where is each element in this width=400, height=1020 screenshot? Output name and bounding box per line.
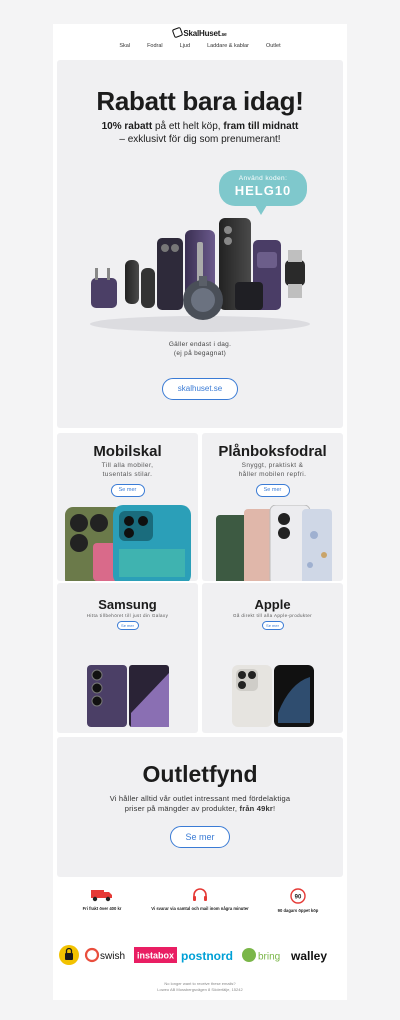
discount-code-label: Använd koden: bbox=[238, 175, 288, 182]
return-90-days-icon: 90 bbox=[290, 888, 306, 904]
nav-item-ljud[interactable]: Ljud bbox=[180, 43, 190, 49]
see-more-button[interactable]: Se mer bbox=[110, 484, 145, 497]
hero-title: Rabatt bara idag! bbox=[96, 86, 304, 116]
walley-logo: walley bbox=[290, 949, 327, 963]
brand-logo[interactable]: SkalHuset.se bbox=[53, 26, 347, 39]
card-description: Hitta tillbehöret till just din Galaxy bbox=[86, 613, 169, 618]
outlet-section: Outletfynd Vi håller alltid vår outlet i… bbox=[57, 737, 343, 877]
nav-item-fodral[interactable]: Fodral bbox=[147, 43, 163, 49]
instabox-text: instabox bbox=[137, 951, 174, 961]
usp-open-purchase: 90 90 dagars öppet köp bbox=[249, 888, 347, 913]
validity-note: Gäller endast i dag. (ej på begagnat) bbox=[168, 341, 232, 357]
card-title: Mobilskal bbox=[93, 443, 162, 460]
card-title: Apple bbox=[254, 597, 291, 612]
card-title: Plånboksfodral bbox=[218, 443, 327, 460]
discount-code: HELG10 bbox=[234, 183, 292, 198]
samsung-phone-image bbox=[87, 665, 169, 727]
logo-mark-icon bbox=[172, 26, 184, 39]
phone-cases-image bbox=[65, 505, 191, 581]
email-container: SkalHuset.se Skal Fodral Ljud Laddare & … bbox=[53, 24, 347, 1000]
wallet-cases-image bbox=[216, 505, 332, 581]
bring-logo: bring bbox=[242, 948, 280, 963]
category-card-samsung[interactable]: Samsung Hitta tillbehöret till just din … bbox=[57, 583, 198, 733]
card-title: Samsung bbox=[98, 597, 157, 612]
nav-item-laddare[interactable]: Laddare & kablar bbox=[207, 43, 249, 49]
partner-logos: swish instabox postnord bring walley bbox=[59, 945, 327, 965]
discount-code-bubble: Använd koden: HELG10 bbox=[219, 170, 307, 215]
outlet-see-more-button[interactable]: Se mer bbox=[170, 826, 230, 848]
category-card-planboksfodral[interactable]: Plånboksfodral Snyggt, praktiskt & hålle… bbox=[202, 433, 343, 581]
category-card-mobilskal[interactable]: Mobilskal Till alla mobiler, tusentals s… bbox=[57, 433, 198, 581]
product-collage-image bbox=[90, 218, 310, 332]
return-badge-text: 90 bbox=[295, 895, 302, 901]
usp-row: Fri frakt över 400 kr Vi svarar via samt… bbox=[53, 888, 347, 913]
nav-item-outlet[interactable]: Outlet bbox=[266, 43, 281, 49]
card-description: Snyggt, praktiskt & håller mobilen repfr… bbox=[238, 462, 307, 478]
card-description: Gå direkt till alla Apple-produkter bbox=[232, 613, 313, 618]
category-card-apple[interactable]: Apple Gå direkt till alla Apple-produkte… bbox=[202, 583, 343, 733]
card-description: Till alla mobiler, tusentals stilar. bbox=[101, 462, 154, 478]
hero-cta-button[interactable]: skalhuset.se bbox=[162, 378, 238, 400]
company-address: Loweo AB Mossbergsvägen 8 Södertälje, 15… bbox=[157, 987, 243, 992]
see-more-button[interactable]: Se mer bbox=[255, 484, 290, 497]
usp-support: Vi svarar via samtal och mail inom några… bbox=[151, 888, 249, 913]
outlet-description: Vi håller alltid vår outlet intressant m… bbox=[109, 794, 291, 813]
bring-text: bring bbox=[258, 952, 280, 963]
walley-text: walley bbox=[290, 949, 327, 963]
postnord-logo: postnord bbox=[181, 949, 233, 963]
iphone-image bbox=[232, 665, 314, 727]
usp-free-shipping: Fri frakt över 400 kr bbox=[53, 888, 151, 913]
outlet-title: Outletfynd bbox=[142, 761, 258, 787]
headphones-icon bbox=[193, 888, 207, 901]
trygg-ehandel-logo bbox=[59, 945, 79, 965]
swish-text: swish bbox=[100, 951, 125, 962]
hero-subtitle: 10% rabatt på ett helt köp, fram till mi… bbox=[101, 121, 299, 145]
postnord-text: postnord bbox=[181, 949, 233, 963]
swish-logo: swish bbox=[84, 947, 125, 963]
see-more-button[interactable]: Se mer bbox=[116, 621, 139, 630]
delivery-truck-icon bbox=[91, 890, 112, 902]
see-more-button[interactable]: Se mer bbox=[261, 621, 284, 630]
footer: No longer want to receive these emails? … bbox=[53, 981, 347, 993]
instabox-logo: instabox bbox=[134, 947, 177, 963]
hero-banner: Rabatt bara idag! 10% rabatt på ett helt… bbox=[57, 60, 343, 428]
main-nav: Skal Fodral Ljud Laddare & kablar Outlet bbox=[53, 43, 347, 49]
nav-item-skal[interactable]: Skal bbox=[119, 43, 130, 49]
